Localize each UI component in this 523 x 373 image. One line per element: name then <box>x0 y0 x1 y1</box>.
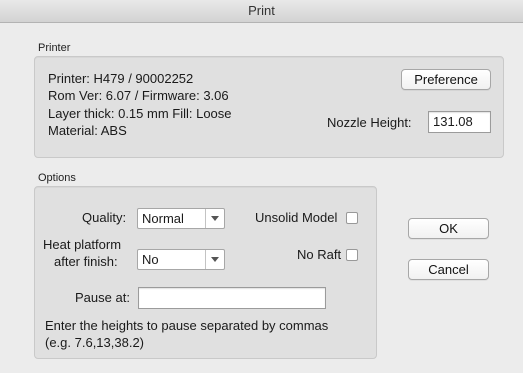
heat-platform-label-line2: after finish: <box>54 254 118 269</box>
no-raft-checkbox[interactable] <box>346 249 358 261</box>
quality-select-value: Normal <box>142 211 184 226</box>
window-title-bar: Print <box>0 0 523 23</box>
cancel-button[interactable]: Cancel <box>408 259 489 280</box>
unsolid-model-checkbox[interactable] <box>346 212 358 224</box>
material-text: Material: ABS <box>48 123 127 138</box>
options-group: Quality: Normal Heat platform after fini… <box>34 186 377 359</box>
no-raft-label: No Raft <box>297 247 342 262</box>
unsolid-model-label: Unsolid Model <box>255 210 338 225</box>
preference-button[interactable]: Preference <box>401 69 491 90</box>
pause-hint-line1: Enter the heights to pause separated by … <box>45 318 329 333</box>
printer-model-text: Printer: H479 / 90002252 <box>48 71 194 86</box>
heat-platform-select-value: No <box>142 252 159 267</box>
layer-fill-text: Layer thick: 0.15 mm Fill: Loose <box>48 106 232 121</box>
chevron-down-icon <box>211 216 219 221</box>
nozzle-height-field[interactable]: 131.08 <box>428 111 491 133</box>
printer-group: Printer: H479 / 90002252 Rom Ver: 6.07 /… <box>34 56 504 158</box>
heat-platform-label-line1: Heat platform <box>43 237 122 252</box>
quality-select[interactable]: Normal <box>137 208 225 229</box>
heat-platform-select[interactable]: No <box>137 249 225 270</box>
quality-label: Quality: <box>82 210 127 225</box>
window-title: Print <box>248 3 275 18</box>
pause-hint-line2: (e.g. 7.6,13,38.2) <box>45 335 145 350</box>
options-section-label: Options <box>38 172 76 184</box>
pause-at-label: Pause at: <box>75 290 130 305</box>
pause-at-input[interactable] <box>138 287 326 309</box>
ok-button[interactable]: OK <box>408 218 489 239</box>
nozzle-height-label: Nozzle Height: <box>327 115 412 130</box>
version-text: Rom Ver: 6.07 / Firmware: 3.06 <box>48 88 229 103</box>
printer-section-label: Printer <box>38 42 71 54</box>
chevron-down-icon <box>211 257 219 262</box>
